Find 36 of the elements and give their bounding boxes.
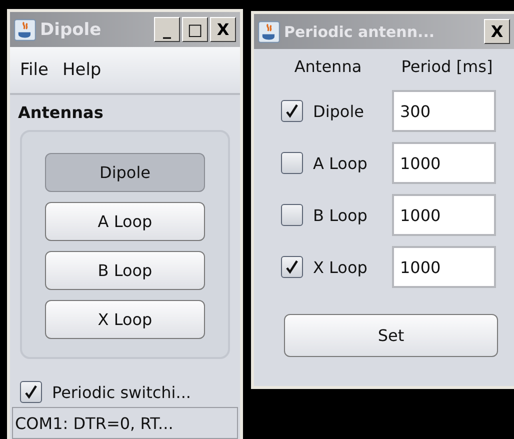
checkbox-label: A Loop [313, 154, 368, 172]
checkbox[interactable] [20, 381, 42, 403]
window-control-button[interactable]: □ [182, 17, 208, 42]
checkbox-label: X Loop [313, 258, 368, 276]
checkbox[interactable] [281, 152, 303, 174]
cup-icon [258, 20, 280, 42]
set-button[interactable]: Set [284, 314, 498, 357]
period-field[interactable]: 300 [392, 90, 496, 132]
checkbox-label: B Loop [313, 206, 368, 224]
antenna-button[interactable]: Dipole [45, 153, 205, 192]
column-header: Period [ms] [400, 57, 494, 76]
check-mark-icon [285, 104, 299, 118]
window-control-button[interactable]: _ [154, 17, 180, 42]
check-mark-icon [24, 385, 38, 399]
checkbox-label: Periodic switchi... [52, 382, 191, 402]
menu-item[interactable]: File [20, 60, 48, 80]
checkbox[interactable] [281, 204, 303, 226]
window-title: Dipole [40, 20, 102, 40]
close-button[interactable]: X [484, 19, 510, 44]
checkbox-label: Dipole [313, 102, 364, 120]
period-field[interactable]: 1000 [392, 246, 496, 288]
period-field[interactable]: 1000 [392, 194, 496, 236]
antenna-button[interactable]: A Loop [45, 202, 205, 241]
window-control-button[interactable]: X [210, 17, 236, 42]
cup-icon [14, 18, 36, 40]
checkbox[interactable] [281, 256, 303, 278]
status-bar: COM1: DTR=0, RT... [12, 407, 238, 439]
group-label: Antennas [18, 103, 104, 122]
menu-item[interactable]: Help [62, 60, 102, 80]
antenna-button[interactable]: B Loop [45, 251, 205, 290]
antenna-button[interactable]: X Loop [45, 300, 205, 339]
window-title: Periodic antenn... [284, 22, 436, 40]
period-field[interactable]: 1000 [392, 142, 496, 184]
column-header: Antenna [293, 57, 363, 76]
checkbox[interactable] [281, 100, 303, 122]
check-mark-icon [285, 260, 299, 274]
